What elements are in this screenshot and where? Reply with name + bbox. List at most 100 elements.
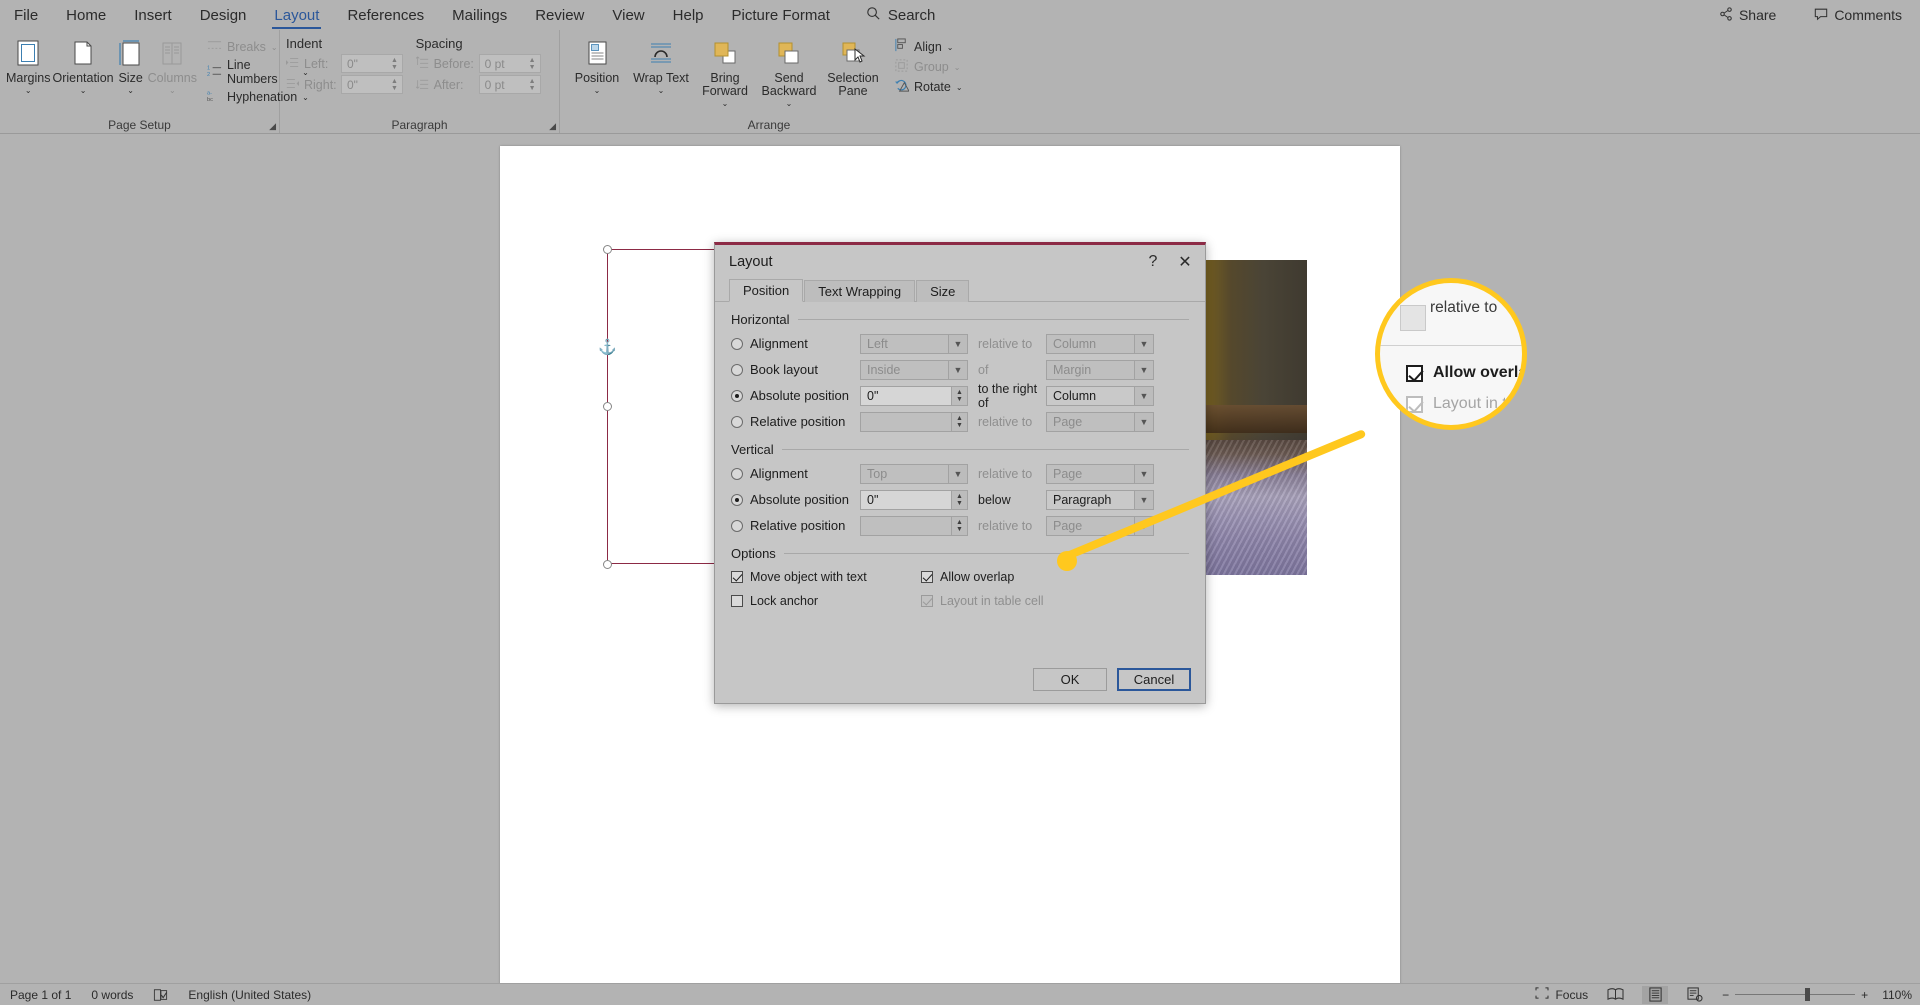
- wrap-text-button[interactable]: Wrap Text ⌄: [630, 32, 692, 96]
- lock-anchor-checkbox[interactable]: [731, 595, 743, 607]
- move-object-with-text-checkbox[interactable]: [731, 571, 743, 583]
- menu-item-review[interactable]: Review: [521, 0, 598, 30]
- vertical-alignment-relative-combo[interactable]: Page ▼: [1046, 463, 1154, 484]
- size-caret-icon[interactable]: ⌄: [127, 86, 134, 96]
- horizontal-relative-position-relative-combo[interactable]: Page ▼: [1046, 411, 1154, 432]
- menu-item-help[interactable]: Help: [659, 0, 718, 30]
- chevron-down-icon[interactable]: ▼: [1134, 464, 1153, 483]
- page-setup-dialog-launcher[interactable]: ◢: [269, 121, 276, 132]
- menu-item-layout[interactable]: Layout: [260, 0, 333, 30]
- spacing-after-field-row[interactable]: After: 0 pt ▲ ▼: [415, 74, 553, 95]
- horizontal-alignment-relative-combo[interactable]: Column ▼: [1046, 333, 1154, 354]
- vertical-absolute-position-radio[interactable]: [731, 493, 743, 506]
- margins-button[interactable]: Margins ⌄: [6, 32, 50, 96]
- spacing-after-input[interactable]: 0 pt ▲ ▼: [478, 75, 541, 94]
- send-backward-caret-icon[interactable]: ⌄: [786, 99, 793, 109]
- move-object-with-text-row[interactable]: Move object with text: [731, 567, 921, 587]
- zoom-level[interactable]: 110%: [1882, 988, 1912, 1002]
- menu-item-view[interactable]: View: [598, 0, 658, 30]
- margins-caret-icon[interactable]: ⌄: [25, 86, 32, 96]
- menu-item-design[interactable]: Design: [186, 0, 261, 30]
- tab-size[interactable]: Size: [916, 280, 970, 302]
- indent-right-spinner-icon[interactable]: ▲ ▼: [388, 76, 401, 93]
- position-caret-icon[interactable]: ⌄: [594, 86, 601, 96]
- resize-handle-bottom-left[interactable]: [603, 560, 612, 569]
- proofing-icon[interactable]: [153, 988, 168, 1002]
- spacing-before-spinner-icon[interactable]: ▲ ▼: [526, 55, 539, 72]
- ok-button[interactable]: OK: [1033, 668, 1107, 691]
- bring-forward-caret-icon[interactable]: ⌄: [722, 99, 729, 109]
- chevron-down-icon[interactable]: ▼: [948, 334, 967, 353]
- vertical-alignment-combo[interactable]: Top ▼: [860, 463, 968, 484]
- send-backward-button[interactable]: Send Backward ⌄: [758, 32, 820, 109]
- align-button[interactable]: Align ⌄: [890, 37, 967, 57]
- allow-overlap-row[interactable]: Allow overlap: [921, 567, 1131, 587]
- page-indicator[interactable]: Page 1 of 1: [10, 988, 71, 1002]
- vertical-absolute-position-input[interactable]: 0" ▲ ▼: [860, 489, 968, 510]
- tab-text-wrapping[interactable]: Text Wrapping: [804, 280, 916, 302]
- comments-button[interactable]: Comments: [1804, 4, 1912, 27]
- spinner-icon[interactable]: ▲ ▼: [951, 386, 967, 405]
- menu-item-mailings[interactable]: Mailings: [438, 0, 521, 30]
- chevron-down-icon[interactable]: ▼: [948, 464, 967, 483]
- orientation-caret-icon[interactable]: ⌄: [80, 86, 87, 96]
- horizontal-relative-position-radio[interactable]: [731, 415, 743, 428]
- chevron-down-icon[interactable]: ▼: [1134, 360, 1153, 379]
- language-indicator[interactable]: English (United States): [188, 988, 311, 1002]
- horizontal-absolute-position-input[interactable]: 0" ▲ ▼: [860, 385, 968, 406]
- word-count[interactable]: 0 words: [91, 988, 133, 1002]
- close-icon[interactable]: ✕: [1171, 249, 1199, 275]
- selection-pane-button[interactable]: Selection Pane: [822, 32, 884, 98]
- indent-left-spinner-icon[interactable]: ▲ ▼: [388, 55, 401, 72]
- vertical-relative-position-input[interactable]: ▲ ▼: [860, 515, 968, 536]
- spinner-icon[interactable]: ▲ ▼: [951, 516, 967, 535]
- help-icon[interactable]: ?: [1139, 249, 1167, 275]
- menu-item-references[interactable]: References: [333, 0, 438, 30]
- chevron-down-icon[interactable]: ▼: [1134, 386, 1153, 405]
- orientation-button[interactable]: Orientation ⌄: [52, 32, 114, 96]
- indent-left-input[interactable]: 0" ▲ ▼: [341, 54, 403, 73]
- horizontal-absolute-position-radio[interactable]: [731, 389, 743, 402]
- resize-handle-top-left[interactable]: [603, 245, 612, 254]
- focus-button[interactable]: Focus: [1535, 987, 1588, 1002]
- position-button[interactable]: Position ⌄: [566, 32, 628, 96]
- align-caret-icon[interactable]: ⌄: [947, 43, 954, 52]
- spinner-icon[interactable]: ▲ ▼: [951, 412, 967, 431]
- spacing-before-field-row[interactable]: Before: 0 pt ▲ ▼: [415, 53, 553, 74]
- horizontal-relative-position-input[interactable]: ▲ ▼: [860, 411, 968, 432]
- chevron-down-icon[interactable]: ▼: [1134, 334, 1153, 353]
- read-mode-button[interactable]: [1602, 986, 1628, 1004]
- allow-overlap-checkbox[interactable]: [921, 571, 933, 583]
- indent-right-field-row[interactable]: Right: 0" ▲ ▼: [286, 74, 414, 95]
- vertical-absolute-position-relative-combo[interactable]: Paragraph ▼: [1046, 489, 1154, 510]
- menu-item-picture-format[interactable]: Picture Format: [718, 0, 844, 30]
- print-layout-button[interactable]: [1642, 985, 1669, 1004]
- zoom-out-button[interactable]: −: [1722, 988, 1729, 1002]
- horizontal-book-layout-combo[interactable]: Inside ▼: [860, 359, 968, 380]
- lock-anchor-row[interactable]: Lock anchor: [731, 591, 921, 611]
- paragraph-dialog-launcher[interactable]: ◢: [549, 121, 556, 132]
- horizontal-book-layout-radio[interactable]: [731, 363, 743, 376]
- resize-handle-middle-left[interactable]: [603, 402, 612, 411]
- horizontal-absolute-position-relative-combo[interactable]: Column ▼: [1046, 385, 1154, 406]
- indent-right-input[interactable]: 0" ▲ ▼: [341, 75, 403, 94]
- indent-left-field-row[interactable]: Left: 0" ▲ ▼: [286, 53, 414, 74]
- vertical-alignment-radio[interactable]: [731, 467, 743, 480]
- horizontal-book-layout-of-combo[interactable]: Margin ▼: [1046, 359, 1154, 380]
- web-layout-button[interactable]: [1682, 986, 1708, 1004]
- bring-forward-button[interactable]: Bring Forward ⌄: [694, 32, 756, 109]
- tab-position[interactable]: Position: [729, 279, 804, 302]
- spinner-icon[interactable]: ▲ ▼: [951, 490, 967, 509]
- chevron-down-icon[interactable]: ▼: [1134, 412, 1153, 431]
- horizontal-alignment-combo[interactable]: Left ▼: [860, 333, 968, 354]
- share-button[interactable]: Share: [1709, 4, 1786, 27]
- rotate-caret-icon[interactable]: ⌄: [956, 83, 963, 92]
- spacing-before-input[interactable]: 0 pt ▲ ▼: [478, 54, 541, 73]
- menu-item-file[interactable]: File: [0, 0, 52, 30]
- zoom-slider[interactable]: − +: [1722, 988, 1868, 1002]
- menu-item-insert[interactable]: Insert: [120, 0, 186, 30]
- chevron-down-icon[interactable]: ▼: [948, 360, 967, 379]
- zoom-in-button[interactable]: +: [1861, 988, 1868, 1002]
- cancel-button[interactable]: Cancel: [1117, 668, 1191, 691]
- wrap-text-caret-icon[interactable]: ⌄: [658, 86, 665, 96]
